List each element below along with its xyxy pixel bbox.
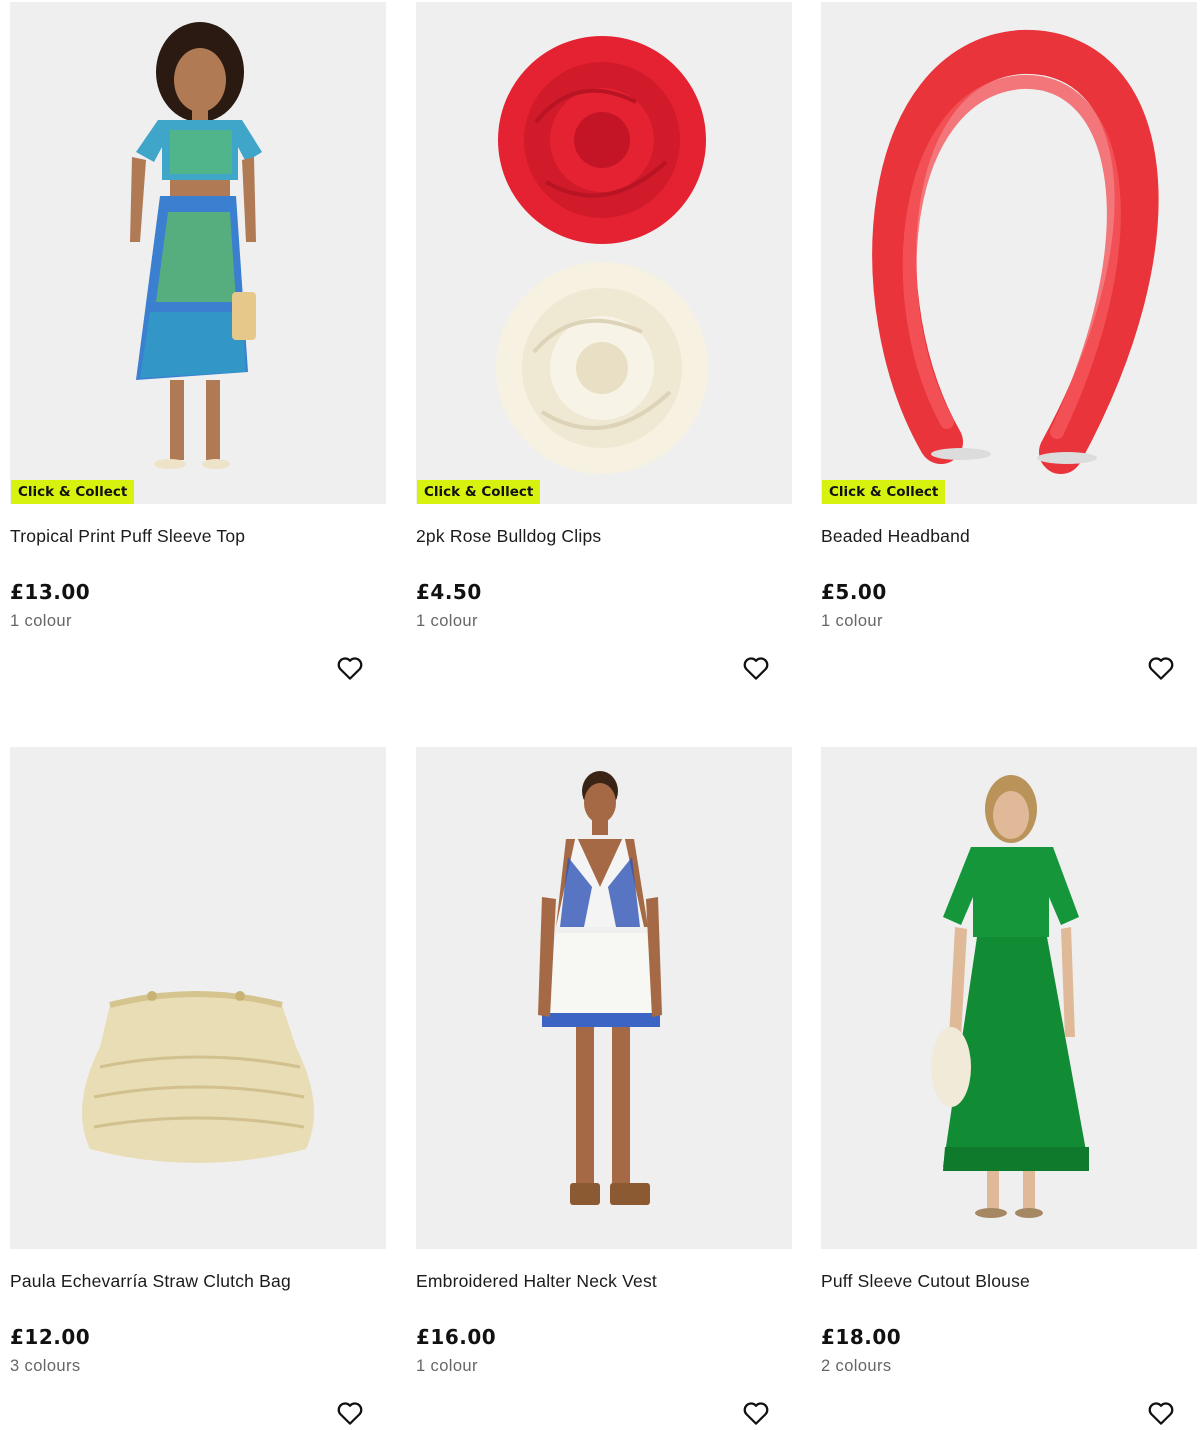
product-image[interactable]: Click & Collect: [821, 2, 1197, 504]
wishlist-button[interactable]: [740, 1397, 772, 1429]
wishlist-button[interactable]: [740, 652, 772, 684]
product-title[interactable]: Tropical Print Puff Sleeve Top: [10, 526, 245, 547]
heart-outline-icon: [1148, 1402, 1174, 1425]
product-image[interactable]: [821, 747, 1197, 1249]
heart-outline-icon: [743, 657, 769, 680]
product-title[interactable]: Embroidered Halter Neck Vest: [416, 1271, 657, 1292]
heart-outline-icon: [1148, 657, 1174, 680]
click-collect-badge: Click & Collect: [822, 480, 946, 504]
product-price: £13.00: [10, 580, 91, 604]
product-title[interactable]: Puff Sleeve Cutout Blouse: [821, 1271, 1030, 1292]
wishlist-button[interactable]: [334, 652, 366, 684]
product-image[interactable]: [416, 747, 792, 1249]
product-colour-count: 3 colours: [10, 1357, 81, 1375]
model-tropical-print-outfit: [130, 22, 262, 469]
click-collect-badge: Click & Collect: [11, 480, 135, 504]
product-grid: Click & Collect Tropical Print Puff Slee…: [0, 0, 1200, 1430]
product-price: £5.00: [821, 580, 887, 604]
product-image[interactable]: [10, 747, 386, 1249]
wishlist-button[interactable]: [1145, 652, 1177, 684]
heart-outline-icon: [337, 657, 363, 680]
model-green-puff-sleeve-blouse: [931, 775, 1089, 1218]
wishlist-button[interactable]: [1145, 1397, 1177, 1429]
straw-clutch-bag: [82, 991, 314, 1163]
product-image[interactable]: Click & Collect: [416, 2, 792, 504]
click-collect-badge: Click & Collect: [417, 480, 541, 504]
product-title[interactable]: Paula Echevarría Straw Clutch Bag: [10, 1271, 291, 1292]
red-beaded-headband: [872, 29, 1159, 474]
product-colour-count: 1 colour: [821, 612, 883, 630]
heart-outline-icon: [743, 1402, 769, 1425]
product-colour-count: 1 colour: [10, 612, 72, 630]
model-blue-white-halter-vest: [538, 771, 662, 1205]
product-price: £4.50: [416, 580, 482, 604]
product-colour-count: 1 colour: [416, 1357, 478, 1375]
product-colour-count: 2 colours: [821, 1357, 892, 1375]
product-price: £18.00: [821, 1325, 902, 1349]
product-colour-count: 1 colour: [416, 612, 478, 630]
product-title[interactable]: 2pk Rose Bulldog Clips: [416, 526, 601, 547]
red-and-white-rose-clips: [496, 36, 708, 474]
wishlist-button[interactable]: [334, 1397, 366, 1429]
product-price: £16.00: [416, 1325, 497, 1349]
product-title[interactable]: Beaded Headband: [821, 526, 970, 547]
product-price: £12.00: [10, 1325, 91, 1349]
product-image[interactable]: Click & Collect: [10, 2, 386, 504]
heart-outline-icon: [337, 1402, 363, 1425]
